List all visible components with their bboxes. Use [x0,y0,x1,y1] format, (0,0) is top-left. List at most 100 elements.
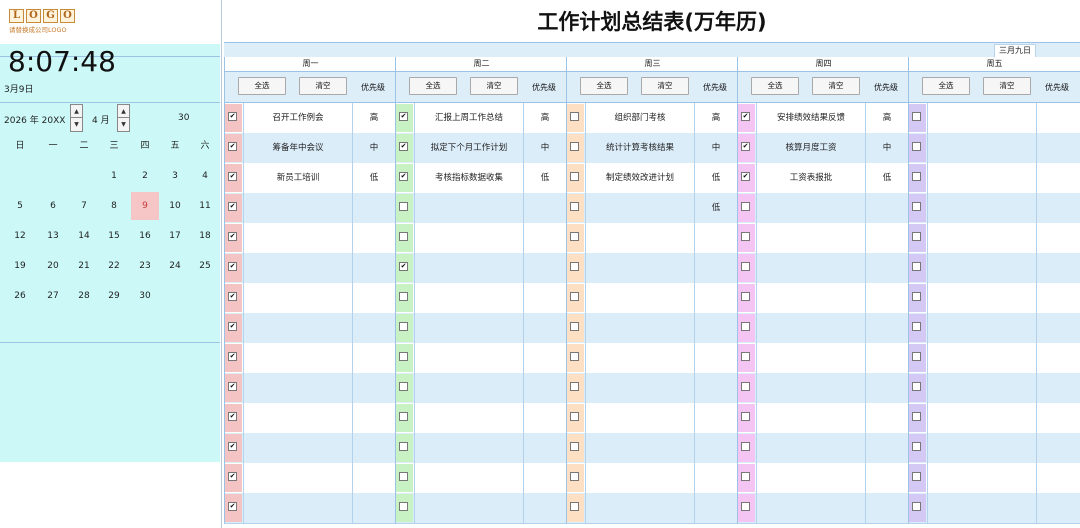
calendar-day[interactable]: 10 [161,192,189,220]
task-cell[interactable] [927,373,1037,403]
priority-cell[interactable] [1037,133,1079,163]
calendar-day[interactable]: 30 [131,282,159,310]
task-checkbox[interactable]: ✔ [228,382,237,391]
task-cell[interactable] [243,493,353,523]
task-cell[interactable] [756,343,866,373]
priority-cell[interactable] [524,343,566,373]
priority-cell[interactable] [695,463,737,493]
priority-cell[interactable] [353,283,395,313]
clear-button[interactable]: 清空 [641,77,689,95]
calendar-day[interactable]: 2 [131,162,159,190]
task-checkbox[interactable] [570,112,579,121]
task-cell[interactable] [585,403,695,433]
task-cell[interactable]: 考核指标数据收集 [414,163,524,193]
month-spinner[interactable]: ▲ ▼ [117,104,130,132]
priority-cell[interactable] [866,373,908,403]
calendar-day[interactable]: 11 [191,192,219,220]
task-cell[interactable] [585,433,695,463]
calendar-day[interactable]: 14 [70,222,98,250]
priority-cell[interactable] [866,283,908,313]
task-checkbox[interactable] [912,502,921,511]
priority-cell[interactable] [1037,163,1079,193]
calendar-day[interactable]: 20 [39,252,67,280]
priority-cell[interactable] [1037,313,1079,343]
task-checkbox[interactable] [741,442,750,451]
task-checkbox[interactable]: ✔ [228,262,237,271]
priority-cell[interactable] [866,193,908,223]
calendar-day[interactable]: 22 [100,252,128,280]
task-cell[interactable] [243,433,353,463]
task-checkbox[interactable] [399,442,408,451]
task-cell[interactable] [414,433,524,463]
task-checkbox[interactable]: ✔ [399,262,408,271]
spin-down-icon[interactable]: ▼ [71,118,82,131]
task-checkbox[interactable]: ✔ [741,142,750,151]
task-checkbox[interactable] [912,232,921,241]
task-cell[interactable] [243,193,353,223]
task-cell[interactable]: 召开工作例会 [243,103,353,133]
priority-cell[interactable] [353,313,395,343]
task-checkbox[interactable] [741,502,750,511]
calendar-day[interactable]: 13 [39,222,67,250]
clear-button[interactable]: 清空 [812,77,860,95]
task-cell[interactable]: 拟定下个月工作计划 [414,133,524,163]
task-cell[interactable] [243,283,353,313]
task-cell[interactable]: 筹备年中会议 [243,133,353,163]
task-checkbox[interactable]: ✔ [228,232,237,241]
task-cell[interactable] [414,253,524,283]
task-checkbox[interactable] [570,202,579,211]
task-checkbox[interactable] [570,352,579,361]
priority-cell[interactable] [1037,283,1079,313]
task-checkbox[interactable]: ✔ [228,292,237,301]
priority-cell[interactable]: 低 [695,193,737,223]
task-checkbox[interactable] [741,322,750,331]
task-checkbox[interactable] [741,472,750,481]
task-cell[interactable] [414,223,524,253]
task-cell[interactable] [756,223,866,253]
priority-cell[interactable] [353,343,395,373]
task-checkbox[interactable] [570,232,579,241]
task-checkbox[interactable] [570,172,579,181]
priority-cell[interactable] [353,223,395,253]
task-checkbox[interactable] [741,262,750,271]
priority-cell[interactable]: 高 [353,103,395,133]
calendar-day[interactable]: 25 [191,252,219,280]
select-all-button[interactable]: 全选 [922,77,970,95]
task-cell[interactable] [756,193,866,223]
priority-cell[interactable]: 中 [866,133,908,163]
task-checkbox[interactable] [912,382,921,391]
calendar-day[interactable]: 29 [100,282,128,310]
task-cell[interactable] [414,463,524,493]
task-checkbox[interactable] [399,202,408,211]
priority-cell[interactable] [1037,373,1079,403]
select-all-button[interactable]: 全选 [238,77,286,95]
calendar-day[interactable]: 5 [6,192,34,220]
task-checkbox[interactable]: ✔ [228,172,237,181]
task-cell[interactable] [585,463,695,493]
task-cell[interactable] [243,223,353,253]
task-cell[interactable] [585,253,695,283]
priority-cell[interactable] [866,493,908,523]
task-checkbox[interactable] [570,472,579,481]
task-checkbox[interactable] [912,352,921,361]
task-checkbox[interactable] [570,262,579,271]
task-cell[interactable]: 制定绩效改进计划 [585,163,695,193]
calendar-day[interactable]: 3 [161,162,189,190]
task-cell[interactable] [585,373,695,403]
priority-cell[interactable] [866,253,908,283]
priority-cell[interactable]: 低 [524,163,566,193]
task-checkbox[interactable] [912,262,921,271]
task-cell[interactable] [414,313,524,343]
task-cell[interactable] [585,493,695,523]
priority-cell[interactable] [695,283,737,313]
task-checkbox[interactable] [741,202,750,211]
task-cell[interactable] [927,463,1037,493]
task-checkbox[interactable] [399,382,408,391]
priority-cell[interactable] [866,343,908,373]
priority-cell[interactable] [695,403,737,433]
task-cell[interactable] [927,193,1037,223]
priority-cell[interactable] [524,493,566,523]
priority-cell[interactable]: 中 [353,133,395,163]
task-cell[interactable] [243,343,353,373]
priority-cell[interactable] [524,283,566,313]
